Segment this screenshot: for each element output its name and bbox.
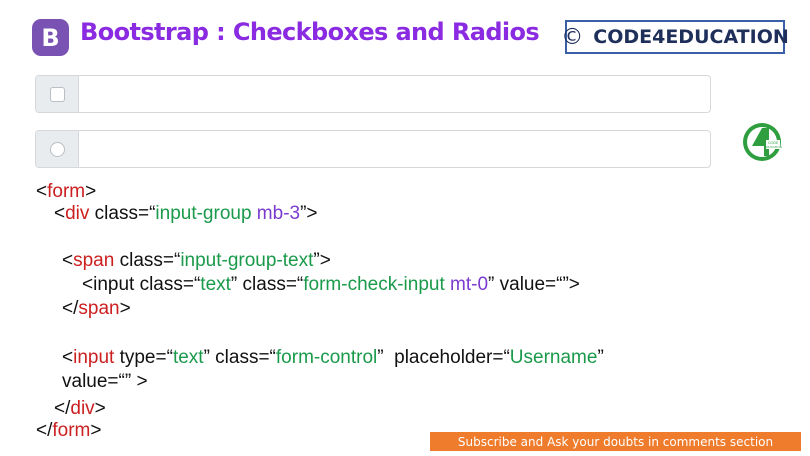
input-group-addon [36, 131, 79, 167]
logo-letter: B [41, 23, 60, 52]
checkbox-input-group [35, 75, 711, 113]
brand-name: CODE4EDUCATION [593, 26, 789, 48]
text-input[interactable] [79, 76, 710, 112]
checkbox[interactable] [49, 86, 65, 102]
page-title: Bootstrap : Checkboxes and Radios [80, 18, 540, 46]
subscribe-banner[interactable]: Subscribe and Ask your doubts in comment… [430, 432, 801, 451]
brand-box: © CODE4EDUCATION [561, 20, 789, 54]
code-line: value=“” > [62, 371, 148, 392]
radio-input-group [35, 130, 711, 168]
svg-text:EDUCATION: EDUCATION [764, 145, 782, 149]
code-line: </div> [54, 398, 106, 419]
text-input[interactable] [79, 131, 710, 167]
copyright-icon: © [561, 24, 584, 50]
radio-button[interactable] [49, 141, 65, 157]
code-line: <form> [36, 181, 97, 202]
bootstrap-logo-icon: B [32, 19, 69, 56]
code-line: <input type=“text” class=“form-control” … [62, 347, 604, 368]
input-group-addon [36, 76, 79, 112]
code4education-logo-icon: CODE EDUCATION [743, 123, 782, 161]
code-line: <div class=“input-group mb-3”> [54, 203, 318, 224]
code-line: <span class=“input-group-text”> [62, 250, 331, 271]
code-line: </form> [36, 420, 102, 441]
code-line: <input class=“text” class=“form-check-in… [82, 274, 580, 295]
code-line: </span> [62, 298, 131, 319]
